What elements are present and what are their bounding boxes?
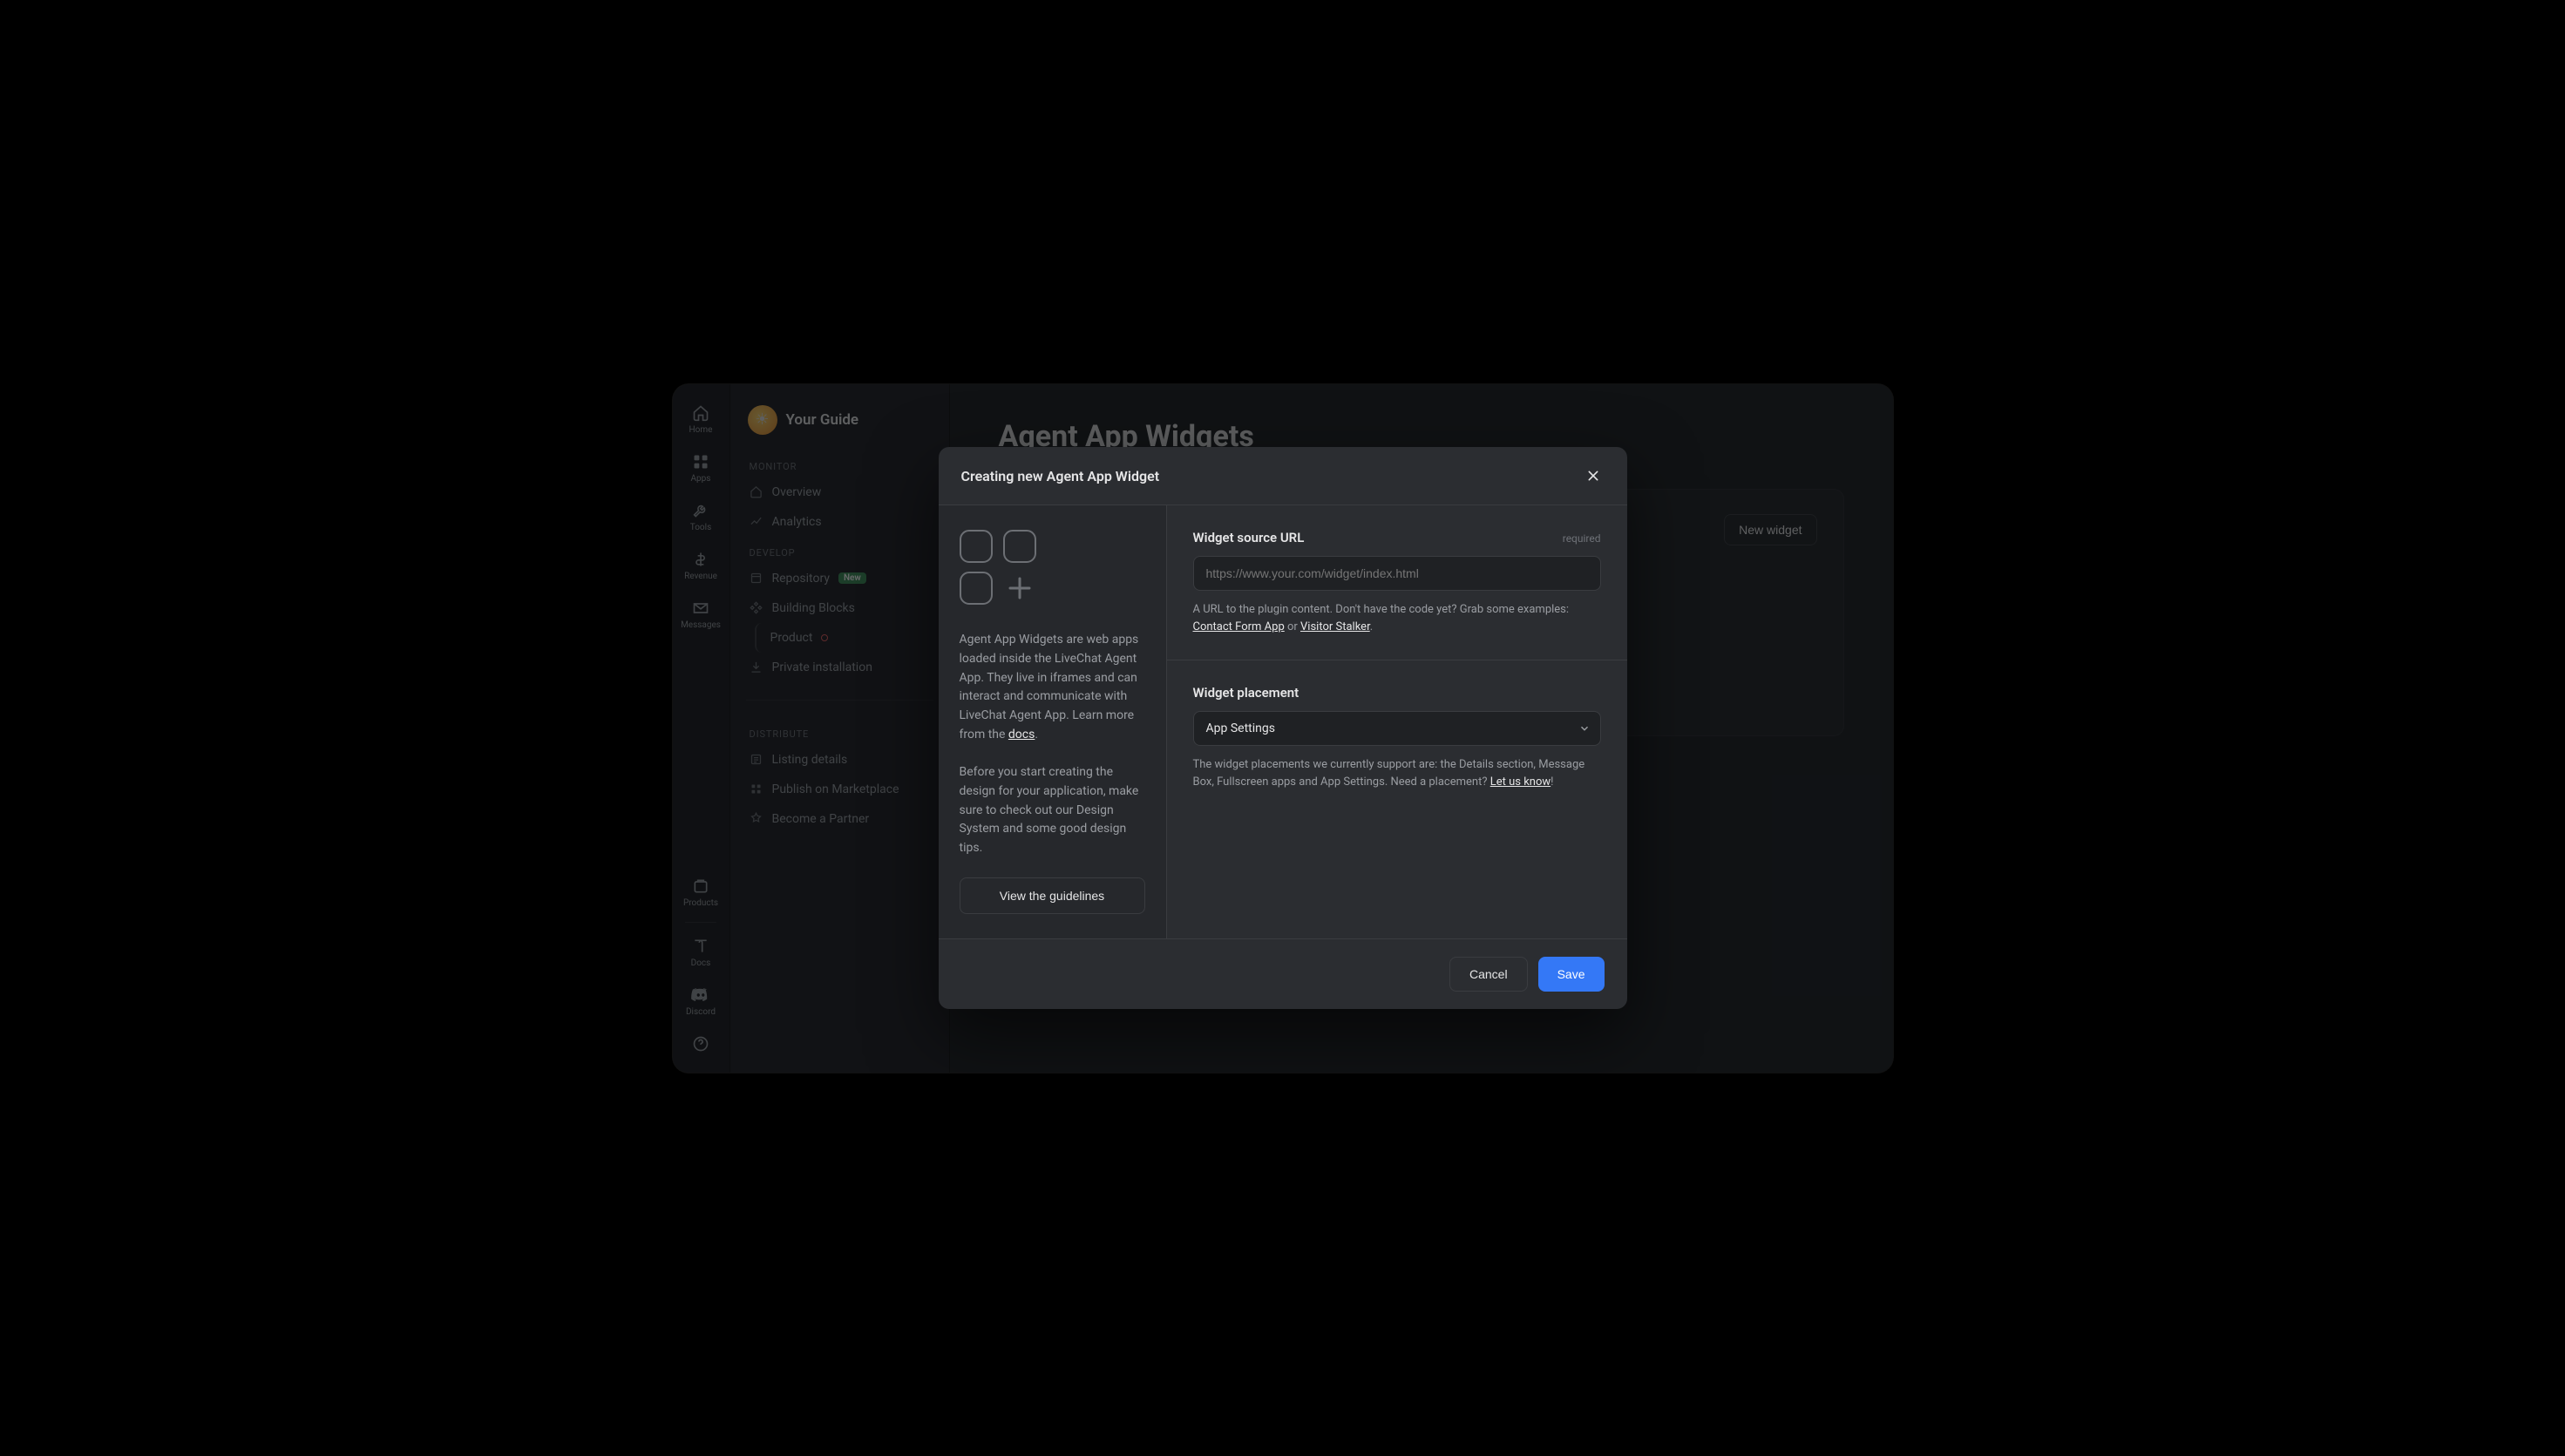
placement-section: Widget placement App Settings The widget… — [1167, 660, 1627, 815]
placement-select[interactable]: App Settings — [1193, 711, 1601, 746]
required-label: required — [1563, 532, 1601, 545]
save-button[interactable]: Save — [1538, 957, 1605, 992]
contact-form-link[interactable]: Contact Form App — [1193, 620, 1285, 633]
cancel-button[interactable]: Cancel — [1449, 957, 1528, 992]
docs-link[interactable]: docs — [1008, 728, 1035, 742]
modal-footer: Cancel Save — [939, 938, 1627, 1009]
url-section: Widget source URL required A URL to the … — [1167, 505, 1627, 660]
close-button[interactable] — [1582, 464, 1605, 487]
let-us-know-link[interactable]: Let us know — [1490, 775, 1551, 789]
modal-side-panel: Agent App Widgets are web apps loaded in… — [939, 505, 1167, 938]
widget-grid-icon — [960, 530, 1145, 605]
modal-header: Creating new Agent App Widget — [939, 447, 1627, 505]
widget-url-input[interactable] — [1193, 556, 1601, 591]
create-widget-modal: Creating new Agent App Widget Ag — [939, 447, 1627, 1009]
placement-label: Widget placement — [1193, 685, 1299, 701]
modal-side-desc-2: Before you start creating the design for… — [960, 763, 1145, 857]
url-label: Widget source URL — [1193, 530, 1305, 545]
app-window: Home Apps Tools Revenue Messages Product… — [673, 384, 1893, 1073]
modal-side-desc-1: Agent App Widgets are web apps loaded in… — [960, 631, 1145, 744]
view-guidelines-button[interactable]: View the guidelines — [960, 877, 1145, 914]
url-help-text: A URL to the plugin content. Don't have … — [1193, 601, 1601, 635]
placement-help-text: The widget placements we currently suppo… — [1193, 756, 1601, 790]
modal-overlay[interactable]: Creating new Agent App Widget Ag — [673, 384, 1893, 1073]
visitor-stalker-link[interactable]: Visitor Stalker — [1300, 620, 1370, 633]
modal-form: Widget source URL required A URL to the … — [1167, 505, 1627, 938]
close-icon — [1586, 469, 1600, 483]
modal-title: Creating new Agent App Widget — [961, 468, 1160, 484]
